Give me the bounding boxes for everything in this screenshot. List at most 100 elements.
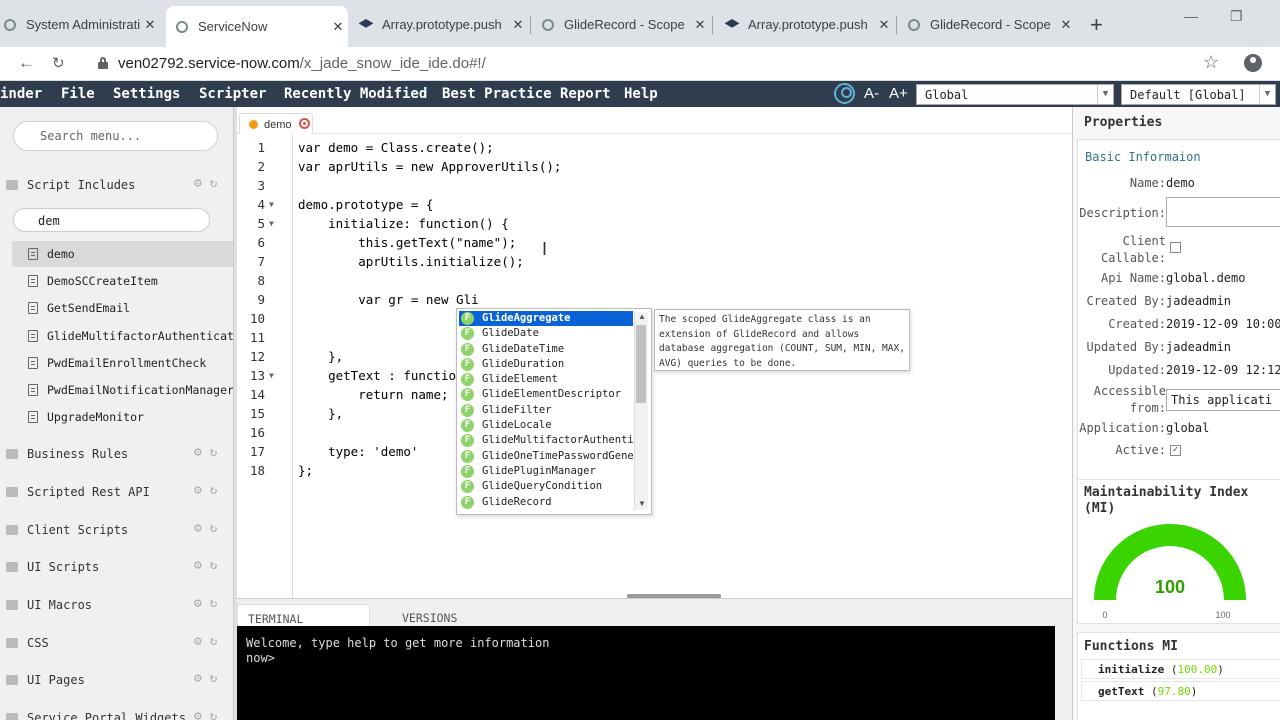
settings-refresh-icons[interactable]: ⚙ ↻ xyxy=(194,558,217,573)
autocomplete-item[interactable]: F GlideMultifactorAuthenticat xyxy=(459,433,634,448)
autocomplete-item[interactable]: F GlideDuration xyxy=(459,357,633,372)
search-menu-input[interactable]: Search menu... xyxy=(13,121,218,151)
close-tab-icon[interactable] xyxy=(299,118,310,129)
bookmark-star-icon[interactable]: ☆ xyxy=(1203,52,1219,73)
menu-item-scripter[interactable]: Scripter xyxy=(199,86,266,102)
browser-tab[interactable]: GlideRecord - Scope ✕ xyxy=(532,8,710,41)
settings-refresh-icons[interactable]: ⚙ ↻ xyxy=(194,671,217,686)
back-icon[interactable]: ← xyxy=(18,53,35,73)
browser-tab[interactable]: Array.prototype.push ✕ xyxy=(350,8,528,41)
close-icon[interactable]: ✕ xyxy=(690,17,710,33)
browser-tab[interactable]: System Administratio ✕ xyxy=(0,8,160,41)
autocomplete-list[interactable]: F GlideAggregate F GlideDate F GlideDateTim… xyxy=(456,308,652,515)
settings-refresh-icons[interactable]: ⚙ ↻ xyxy=(194,445,217,460)
code-line: this.getText("name"); xyxy=(298,235,517,250)
line-number: 9 xyxy=(257,292,265,307)
menu-item-help[interactable]: Help xyxy=(624,86,658,102)
menu-item-best-practice-report[interactable]: Best Practice Report xyxy=(442,86,611,102)
reload-icon[interactable]: ↻ xyxy=(52,54,65,72)
list-item[interactable]: GetSendEmail xyxy=(12,295,233,321)
description-field[interactable] xyxy=(1166,197,1280,227)
close-icon[interactable]: ✕ xyxy=(1056,17,1076,33)
new-tab-icon[interactable]: + xyxy=(1090,12,1103,38)
autocomplete-item[interactable]: F GlideRecord xyxy=(459,495,633,510)
autocomplete-item-active[interactable]: F GlideAggregate xyxy=(459,311,633,326)
sidebar-section-scripted-rest-api[interactable]: Scripted Rest API ⚙ ↻ xyxy=(0,474,233,510)
autocomplete-item[interactable]: F GlideOneTimePasswordGenerat xyxy=(459,449,634,464)
updated-by-label: Updated By: xyxy=(1086,340,1166,354)
settings-refresh-icons[interactable]: ⚙ ↻ xyxy=(194,483,217,498)
menu-item-settings[interactable]: Settings xyxy=(113,86,180,102)
tab-terminal[interactable]: TERMINAL xyxy=(237,604,370,627)
account-icon[interactable] xyxy=(1244,54,1262,72)
filter-input[interactable]: dem xyxy=(13,208,210,232)
sidebar-section-service-portal-widgets[interactable]: Service Portal Widgets ⚙ ↻ xyxy=(0,700,233,720)
autocomplete-item[interactable]: F GlideFilter xyxy=(459,403,633,418)
function-name: getText xyxy=(1098,685,1145,698)
close-icon[interactable]: ✕ xyxy=(508,17,528,33)
close-icon[interactable]: ✕ xyxy=(328,19,348,35)
list-item[interactable]: PwdEmailEnrollmentCheck xyxy=(12,350,233,376)
autocomplete-item[interactable]: F GlideDate xyxy=(459,326,633,341)
browser-tab[interactable]: GlideRecord - Scope ✕ xyxy=(898,8,1076,41)
fold-arrow-icon[interactable]: ▼ xyxy=(269,219,274,228)
fold-arrow-icon[interactable]: ▼ xyxy=(269,371,274,380)
scroll-down-icon[interactable]: ▼ xyxy=(638,499,646,508)
minimize-icon[interactable]: — xyxy=(1184,8,1198,24)
sidebar-section-business-rules[interactable]: Business Rules ⚙ ↻ xyxy=(0,436,233,472)
url-domain: ven02792.service-now.com xyxy=(118,55,300,72)
menu-item-finder[interactable]: inder xyxy=(0,86,42,102)
autocomplete-scroll-thumb[interactable] xyxy=(636,325,646,403)
font-increase-button[interactable]: A+ xyxy=(889,85,908,102)
close-icon[interactable]: ✕ xyxy=(874,17,894,33)
user-icon[interactable] xyxy=(834,83,855,104)
settings-refresh-icons[interactable]: ⚙ ↻ xyxy=(194,709,217,720)
editor-tab-demo[interactable]: demo xyxy=(239,113,313,134)
close-icon[interactable]: ✕ xyxy=(140,17,160,33)
autocomplete-label: GlideDateTime xyxy=(482,343,565,355)
sidebar-section-client-scripts[interactable]: Client Scripts ⚙ ↻ xyxy=(0,512,233,548)
section-label: CSS xyxy=(27,636,49,650)
fold-arrow-icon[interactable]: ▼ xyxy=(269,200,274,209)
tab-title: GlideRecord - Scope xyxy=(564,17,685,32)
tab-separator xyxy=(712,16,713,34)
list-item[interactable]: PwdEmailNotificationManager xyxy=(12,377,233,403)
settings-refresh-icons[interactable]: ⚙ ↻ xyxy=(194,176,217,191)
list-item[interactable]: UpgradeMonitor xyxy=(12,404,233,430)
font-decrease-button[interactable]: A- xyxy=(864,85,879,102)
sidebar-section-script-includes[interactable]: Script Includes ⚙ ↻ xyxy=(0,167,233,203)
code-line: var aprUtils = new ApproverUtils(); xyxy=(298,159,562,174)
list-item-demo[interactable]: demo xyxy=(12,241,233,267)
settings-refresh-icons[interactable]: ⚙ ↻ xyxy=(194,634,217,649)
browser-tab[interactable]: Array.prototype.push ✕ xyxy=(716,8,894,41)
list-item[interactable]: DemoSCCreateItem xyxy=(12,268,233,294)
code-line: demo.prototype = { xyxy=(298,197,434,212)
restore-icon[interactable]: ❐ xyxy=(1230,8,1243,25)
accessible-select[interactable]: This applicati xyxy=(1166,389,1280,411)
browser-tab-active[interactable]: ServiceNow ✕ xyxy=(166,6,348,47)
active-checkbox[interactable]: ✓ xyxy=(1170,445,1181,456)
sidebar-section-ui-scripts[interactable]: UI Scripts ⚙ ↻ xyxy=(0,549,233,585)
url-field[interactable]: ven02792.service-now.com/x_jade_snow_ide… xyxy=(118,55,486,72)
sidebar-section-ui-macros[interactable]: UI Macros ⚙ ↻ xyxy=(0,587,233,623)
terminal[interactable]: Welcome, type help to get more informati… xyxy=(237,626,1055,720)
client-callable-checkbox[interactable] xyxy=(1170,242,1181,253)
autocomplete-item[interactable]: F GlideQueryCondition xyxy=(459,479,633,494)
scope-select[interactable]: Global ▼ xyxy=(916,84,1114,105)
autocomplete-item[interactable]: F GlideDateTime xyxy=(459,342,633,357)
terminal-scrollbar[interactable] xyxy=(1055,626,1072,720)
list-item[interactable]: GlideMultifactorAuthenticator xyxy=(12,323,233,349)
scroll-up-icon[interactable]: ▲ xyxy=(638,312,646,321)
autocomplete-item[interactable]: F GlidePluginManager xyxy=(459,464,633,479)
autocomplete-item[interactable]: F GlideLocale xyxy=(459,418,633,433)
sidebar-section-ui-pages[interactable]: UI Pages ⚙ ↻ xyxy=(0,662,233,698)
update-set-select[interactable]: Default [Global] ▼ xyxy=(1121,84,1276,105)
settings-refresh-icons[interactable]: ⚙ ↻ xyxy=(194,521,217,536)
menu-item-recently-modified[interactable]: Recently Modified xyxy=(284,86,427,102)
autocomplete-item[interactable]: F GlideElementDescriptor xyxy=(459,387,633,402)
tab-versions[interactable]: VERSIONS xyxy=(392,604,492,627)
autocomplete-item[interactable]: F GlideElement xyxy=(459,372,633,387)
menu-item-file[interactable]: File xyxy=(61,86,95,102)
settings-refresh-icons[interactable]: ⚙ ↻ xyxy=(194,596,217,611)
sidebar-section-css[interactable]: CSS ⚙ ↻ xyxy=(0,625,233,661)
